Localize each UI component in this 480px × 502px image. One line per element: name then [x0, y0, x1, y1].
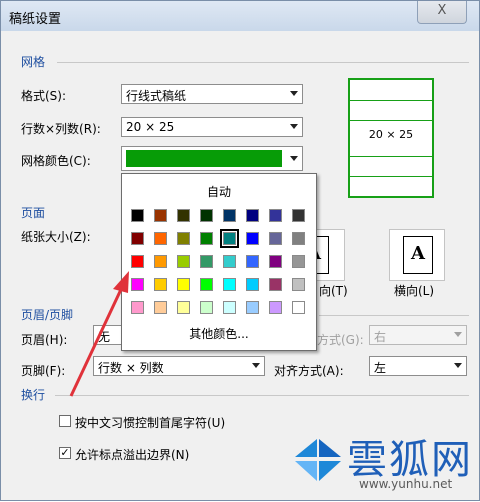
watermark: 雲狐网 www.yunhu.net: [289, 419, 480, 502]
watermark-url: www.yunhu.net: [359, 477, 453, 491]
paper-settings-dialog: 稿纸设置 X 网格 格式(S): 行线式稿纸 行数×列数(R): 20 × 25…: [0, 0, 480, 501]
annotation-arrow-line: [69, 282, 126, 397]
annotation-arrow-head: [113, 271, 129, 293]
brand-logo-icon: [295, 439, 341, 481]
